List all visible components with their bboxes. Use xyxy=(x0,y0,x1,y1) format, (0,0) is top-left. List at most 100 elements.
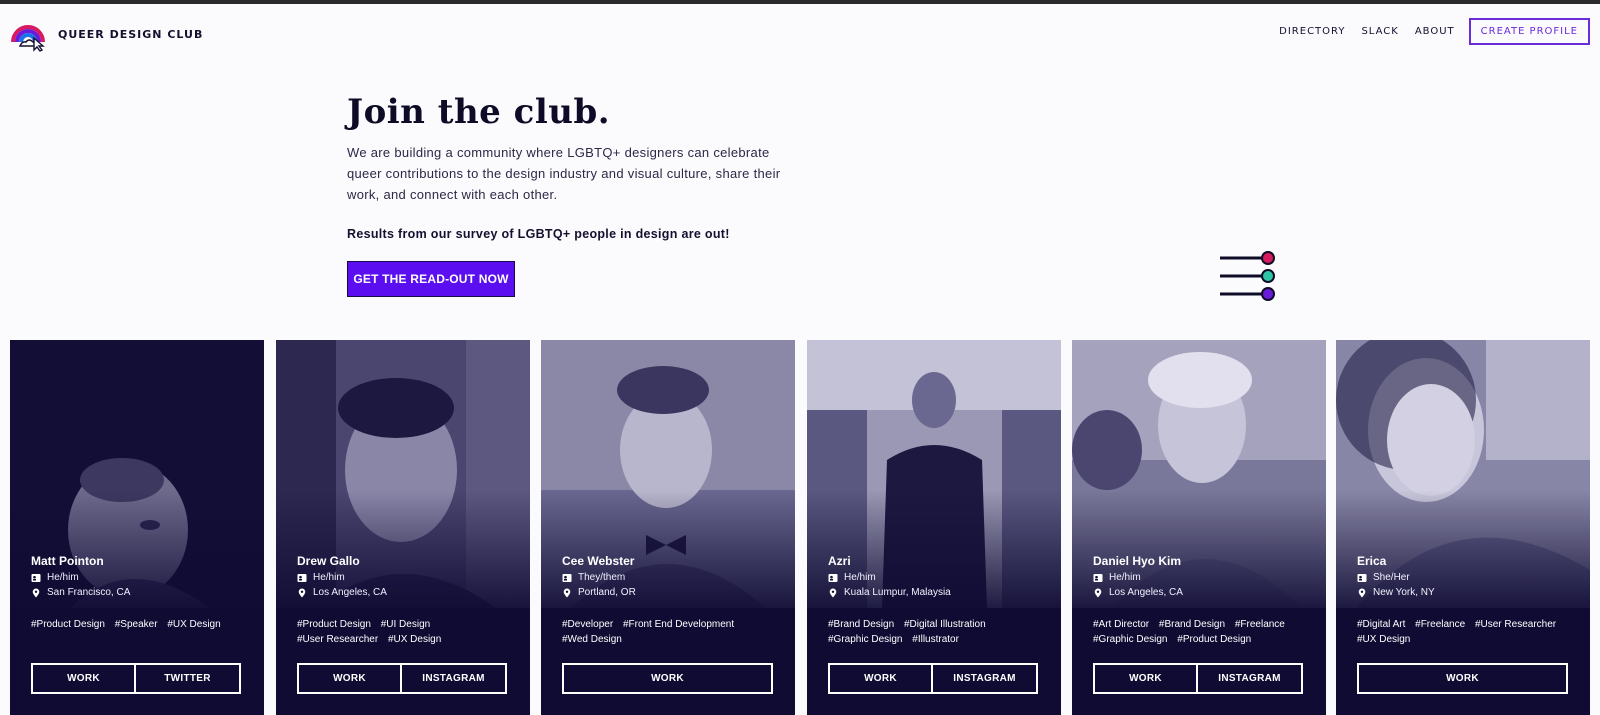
tag[interactable]: #Freelance xyxy=(1415,619,1465,630)
profile-info: Erica She/Her New York, NY xyxy=(1357,554,1587,598)
tag[interactable]: #Digital Illustration xyxy=(904,619,986,630)
profile-card[interactable]: Cee Webster They/them Portland, OR #Deve… xyxy=(541,340,795,715)
profile-pronouns: He/him xyxy=(297,572,527,583)
hero-section: Join the club. We are building a communi… xyxy=(347,92,787,241)
tag[interactable]: #Wed Design xyxy=(562,634,622,645)
profile-info: Azri He/him Kuala Lumpur, Malaysia xyxy=(828,554,1058,598)
tag[interactable]: #Graphic Design xyxy=(1093,634,1167,645)
site-header: QUEER DESIGN CLUB DIRECTORY SLACK ABOUT … xyxy=(0,4,1600,60)
profile-links: WORK xyxy=(562,663,773,694)
nav-slack-link[interactable]: SLACK xyxy=(1361,26,1398,37)
sliders-illustration-icon xyxy=(1220,251,1275,301)
profile-tags: #Product Design #UI Design #User Researc… xyxy=(297,617,522,647)
tag[interactable]: #Digital Art xyxy=(1357,619,1405,630)
profile-name[interactable]: Azri xyxy=(828,554,1058,568)
pronouns-text: He/him xyxy=(47,572,79,583)
profile-name[interactable]: Cee Webster xyxy=(562,554,792,568)
work-button[interactable]: WORK xyxy=(1357,663,1568,694)
map-pin-icon xyxy=(829,588,837,597)
tag[interactable]: #User Researcher xyxy=(297,634,378,645)
twitter-button[interactable]: TWITTER xyxy=(136,663,241,694)
profile-location: New York, NY xyxy=(1357,587,1587,598)
brand-name: QUEER DESIGN CLUB xyxy=(58,27,204,41)
work-button[interactable]: WORK xyxy=(562,663,773,694)
profile-name[interactable]: Erica xyxy=(1357,554,1587,568)
id-badge-icon xyxy=(297,573,307,582)
nav-directory-link[interactable]: DIRECTORY xyxy=(1279,26,1345,37)
location-text: San Francisco, CA xyxy=(47,587,131,598)
get-readout-button[interactable]: GET THE READ-OUT NOW xyxy=(347,261,515,297)
survey-announcement: Results from our survey of LGBTQ+ people… xyxy=(347,227,730,241)
profile-location: San Francisco, CA xyxy=(31,587,261,598)
profile-tags: #Digital Art #Freelance #User Researcher… xyxy=(1357,617,1582,647)
profile-location: Kuala Lumpur, Malaysia xyxy=(828,587,1058,598)
tag[interactable]: #Developer xyxy=(562,619,613,630)
profile-card[interactable]: Erica She/Her New York, NY #Digital Art … xyxy=(1336,340,1590,715)
pronouns-text: She/Her xyxy=(1373,572,1410,583)
profile-info: Matt Pointon He/him San Francisco, CA xyxy=(31,554,261,598)
tag[interactable]: #Freelance xyxy=(1235,619,1285,630)
tag[interactable]: #Front End Development xyxy=(623,619,734,630)
profile-directory: Matt Pointon He/him San Francisco, CA #P… xyxy=(10,340,1600,715)
map-pin-icon xyxy=(298,588,306,597)
profile-name[interactable]: Daniel Hyo Kim xyxy=(1093,554,1323,568)
tag[interactable]: #Product Design xyxy=(1177,634,1251,645)
profile-links: WORK TWITTER xyxy=(31,663,241,694)
tag[interactable]: #UI Design xyxy=(381,619,430,630)
id-badge-icon xyxy=(1093,573,1103,582)
profile-location: Los Angeles, CA xyxy=(1093,587,1323,598)
tag[interactable]: #UX Design xyxy=(1357,634,1410,645)
pronouns-text: He/him xyxy=(1109,572,1141,583)
map-pin-icon xyxy=(1094,588,1102,597)
tag[interactable]: #Brand Design xyxy=(1159,619,1225,630)
create-profile-button[interactable]: CREATE PROFILE xyxy=(1468,18,1590,45)
profile-name[interactable]: Drew Gallo xyxy=(297,554,527,568)
profile-location: Los Angeles, CA xyxy=(297,587,527,598)
tag[interactable]: #Product Design xyxy=(31,619,105,630)
profile-links: WORK INSTAGRAM xyxy=(828,663,1038,694)
tag[interactable]: #User Researcher xyxy=(1475,619,1556,630)
profile-tags: #Developer #Front End Development #Wed D… xyxy=(562,617,787,647)
work-button[interactable]: WORK xyxy=(297,663,402,694)
site-logo[interactable]: QUEER DESIGN CLUB xyxy=(10,16,203,52)
id-badge-icon xyxy=(562,573,572,582)
work-button[interactable]: WORK xyxy=(1093,663,1198,694)
instagram-button[interactable]: INSTAGRAM xyxy=(933,663,1038,694)
profile-card[interactable]: Drew Gallo He/him Los Angeles, CA #Produ… xyxy=(276,340,530,715)
profile-card[interactable]: Azri He/him Kuala Lumpur, Malaysia #Bran… xyxy=(807,340,1061,715)
profile-pronouns: She/Her xyxy=(1357,572,1587,583)
tag[interactable]: #Art Director xyxy=(1093,619,1149,630)
profile-card[interactable]: Matt Pointon He/him San Francisco, CA #P… xyxy=(10,340,264,715)
pronouns-text: They/them xyxy=(578,572,626,583)
profile-pronouns: He/him xyxy=(828,572,1058,583)
nav-about-link[interactable]: ABOUT xyxy=(1415,26,1455,37)
profile-pronouns: He/him xyxy=(1093,572,1323,583)
tag[interactable]: #UX Design xyxy=(167,619,220,630)
tag[interactable]: #Brand Design xyxy=(828,619,894,630)
instagram-button[interactable]: INSTAGRAM xyxy=(1198,663,1303,694)
location-text: Portland, OR xyxy=(578,587,636,598)
location-text: Kuala Lumpur, Malaysia xyxy=(844,587,951,598)
profile-location: Portland, OR xyxy=(562,587,792,598)
profile-links: WORK INSTAGRAM xyxy=(297,663,507,694)
profile-tags: #Brand Design #Digital Illustration #Gra… xyxy=(828,617,1053,647)
work-button[interactable]: WORK xyxy=(828,663,933,694)
tag[interactable]: #Illustrator xyxy=(912,634,959,645)
tag[interactable]: #Graphic Design xyxy=(828,634,902,645)
rainbow-logo-icon xyxy=(11,25,45,52)
profile-links: WORK INSTAGRAM xyxy=(1093,663,1303,694)
id-badge-icon xyxy=(1357,573,1367,582)
hero-description: We are building a community where LGBTQ+… xyxy=(347,145,781,202)
profile-card[interactable]: Daniel Hyo Kim He/him Los Angeles, CA #A… xyxy=(1072,340,1326,715)
tag[interactable]: #Speaker xyxy=(115,619,158,630)
work-button[interactable]: WORK xyxy=(31,663,136,694)
pronouns-text: He/him xyxy=(844,572,876,583)
hero-title: Join the club. xyxy=(347,92,611,132)
profile-pronouns: He/him xyxy=(31,572,261,583)
tag[interactable]: #UX Design xyxy=(388,634,441,645)
profile-links: WORK xyxy=(1357,663,1568,694)
profile-name[interactable]: Matt Pointon xyxy=(31,554,261,568)
tag[interactable]: #Product Design xyxy=(297,619,371,630)
instagram-button[interactable]: INSTAGRAM xyxy=(402,663,507,694)
main-nav: DIRECTORY SLACK ABOUT CREATE PROFILE xyxy=(1263,18,1590,45)
